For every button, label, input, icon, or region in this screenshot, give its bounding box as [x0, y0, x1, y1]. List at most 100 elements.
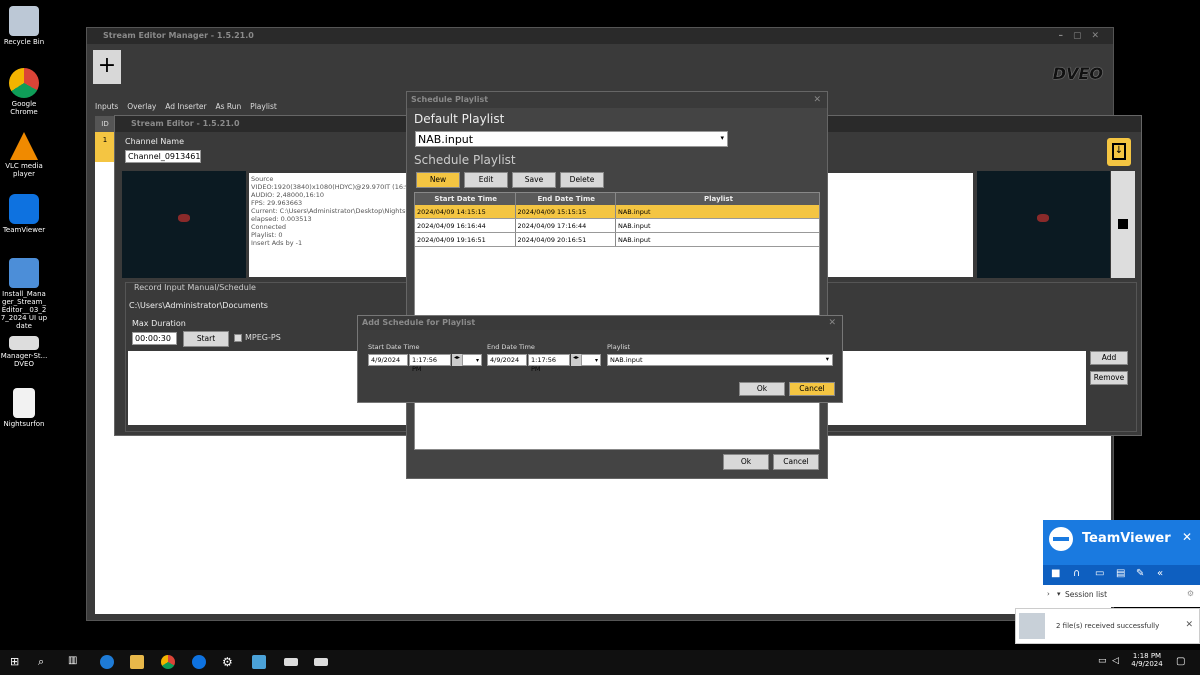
- edge-icon[interactable]: [100, 655, 114, 669]
- stop-button[interactable]: [1111, 171, 1135, 278]
- chevron-right-icon[interactable]: ›: [1047, 590, 1050, 598]
- notification-text: 2 file(s) received successfully: [1056, 622, 1160, 630]
- app-icon[interactable]: [284, 658, 298, 666]
- save-schedule-button[interactable]: Save: [512, 172, 556, 188]
- desktop-icon-teamviewer[interactable]: TeamViewer: [0, 194, 48, 234]
- max-duration-input[interactable]: 00:00:30: [132, 332, 177, 345]
- download-button[interactable]: ↓: [1107, 138, 1131, 166]
- chrome-icon[interactable]: [161, 655, 175, 669]
- notifications-icon[interactable]: ▢: [1176, 656, 1185, 667]
- tab-overlay[interactable]: Overlay: [127, 102, 156, 111]
- tab-ad-inserter[interactable]: Ad Inserter: [165, 102, 206, 111]
- vlc-icon: [10, 132, 38, 160]
- ok-button[interactable]: Ok: [723, 454, 769, 470]
- avatar: [1019, 613, 1045, 639]
- start-cell: 2024/04/09 19:16:51: [415, 233, 516, 246]
- video-icon[interactable]: ■: [1051, 568, 1060, 579]
- download-icon: ↓: [1112, 143, 1126, 160]
- app-icon[interactable]: [314, 658, 328, 666]
- server-manager-icon[interactable]: [252, 655, 266, 669]
- table-row[interactable]: 2024/04/09 16:16:44 2024/04/09 17:16:44 …: [415, 219, 819, 233]
- channel-name-input[interactable]: Channel_0913461: [125, 150, 201, 163]
- folder-icon[interactable]: [130, 655, 144, 669]
- ok-button[interactable]: Ok: [739, 382, 785, 396]
- tab-inputs[interactable]: Inputs: [95, 102, 118, 111]
- add-input-button[interactable]: +: [93, 50, 121, 84]
- clock-date: 4/9/2024: [1131, 660, 1163, 668]
- taskbar: ⊞ ⌕ ▥ ⚙ ▭ ◁ 1:18 PM 4/9/2024 ▢: [0, 650, 1200, 675]
- cancel-button[interactable]: Cancel: [773, 454, 819, 470]
- default-playlist-select[interactable]: NAB.input ▾: [415, 131, 728, 147]
- dialog-title: Schedule Playlist: [411, 95, 489, 104]
- remove-schedule-button[interactable]: Remove: [1090, 371, 1128, 385]
- end-time-input[interactable]: 1:17:56 PM: [528, 354, 570, 373]
- start-record-button[interactable]: Start: [183, 331, 229, 347]
- desktop-icon-vlc[interactable]: VLC media player: [0, 132, 48, 178]
- start-date-input[interactable]: 4/9/2024: [368, 354, 408, 366]
- close-icon[interactable]: ✕: [813, 92, 821, 108]
- desktop-icon-label: Manager-St... DVEO: [0, 352, 48, 368]
- end-time-spinner[interactable]: ◂▸: [571, 354, 581, 366]
- playlist-select[interactable]: NAB.input ▾: [607, 354, 833, 366]
- id-column-header: ID: [95, 116, 115, 132]
- gear-icon[interactable]: ⚙: [222, 655, 236, 669]
- start-time-spinner[interactable]: ◂▸: [452, 354, 462, 366]
- desktop-icon-nightsurfon[interactable]: Nightsurfon: [0, 388, 48, 428]
- record-path[interactable]: C:\Users\Administrator\Documents: [129, 301, 268, 310]
- start-time-input[interactable]: 1:17:56 PM: [409, 354, 451, 373]
- desktop-icon-label: Nightsurfon: [3, 420, 45, 428]
- actions-icon[interactable]: ✎: [1136, 568, 1144, 579]
- end-cell: 2024/04/09 15:15:15: [516, 205, 616, 218]
- gear-icon[interactable]: ⚙: [1187, 589, 1194, 598]
- column-header: End Date Time: [516, 193, 616, 205]
- tab-playlist[interactable]: Playlist: [250, 102, 277, 111]
- teamviewer-icon[interactable]: [192, 655, 206, 669]
- collapse-icon[interactable]: «: [1157, 568, 1163, 579]
- search-icon[interactable]: ⌕: [38, 655, 52, 669]
- volume-icon[interactable]: ◁: [1112, 656, 1119, 666]
- add-schedule-button[interactable]: Add: [1090, 351, 1128, 365]
- network-icon[interactable]: ▭: [1098, 656, 1107, 666]
- chat-icon[interactable]: ▭: [1095, 568, 1104, 579]
- installer-icon: [9, 258, 39, 288]
- clock[interactable]: 1:18 PM 4/9/2024: [1130, 652, 1164, 668]
- headset-icon[interactable]: ∩: [1073, 568, 1080, 579]
- desktop-icon-label: Google Chrome: [10, 100, 38, 116]
- mpeg-ps-checkbox[interactable]: [234, 334, 242, 342]
- manager-titlebar: Stream Editor Manager - 1.5.21.0 –▢✕: [87, 28, 1113, 44]
- desktop-icon-manager[interactable]: Manager-St... DVEO: [0, 336, 48, 368]
- id-cell[interactable]: 1: [95, 132, 115, 162]
- windows-start-icon[interactable]: ⊞: [10, 655, 24, 669]
- tab-bar: Inputs Overlay Ad Inserter As Run Playli…: [95, 102, 283, 112]
- chevron-down-icon: ▾: [1057, 590, 1061, 598]
- close-icon[interactable]: ✕: [1182, 530, 1192, 544]
- cancel-button[interactable]: Cancel: [789, 382, 835, 396]
- desktop-icon-installer[interactable]: Install_Manager_Stream_Editor__03_27_202…: [0, 258, 48, 330]
- new-schedule-button[interactable]: New: [416, 172, 460, 188]
- session-list-bar[interactable]: › ▾ Session list ⚙: [1043, 585, 1200, 607]
- session-list-label: Session list: [1065, 590, 1108, 599]
- start-cell: 2024/04/09 16:16:44: [415, 219, 516, 232]
- tab-as-run[interactable]: As Run: [215, 102, 241, 111]
- start-date-dropdown[interactable]: ▾: [462, 354, 482, 366]
- delete-schedule-button[interactable]: Delete: [560, 172, 604, 188]
- default-playlist-label: Default Playlist: [414, 112, 505, 126]
- stop-icon: [1118, 219, 1128, 229]
- close-icon[interactable]: ✕: [828, 316, 836, 330]
- task-view-icon[interactable]: ▥: [68, 655, 82, 669]
- chrome-icon: [9, 68, 39, 98]
- end-date-input[interactable]: 4/9/2024: [487, 354, 527, 366]
- desktop-icon-recycle-bin[interactable]: Recycle Bin: [0, 6, 48, 46]
- playlist-label: Playlist: [607, 343, 631, 351]
- add-schedule-dialog: Add Schedule for Playlist ✕ Start Date T…: [357, 315, 843, 403]
- files-icon[interactable]: ▤: [1116, 568, 1125, 579]
- table-row[interactable]: 2024/04/09 19:16:51 2024/04/09 20:16:51 …: [415, 233, 819, 247]
- edit-schedule-button[interactable]: Edit: [464, 172, 508, 188]
- table-row[interactable]: 2024/04/09 14:15:15 2024/04/09 15:15:15 …: [415, 205, 819, 219]
- window-controls[interactable]: –▢✕: [1058, 28, 1109, 44]
- close-icon[interactable]: ✕: [1185, 620, 1193, 630]
- chevron-down-icon: ▾: [720, 134, 724, 142]
- end-date-dropdown[interactable]: ▾: [581, 354, 601, 366]
- desktop-icon-chrome[interactable]: Google Chrome: [0, 68, 48, 116]
- window-title: Stream Editor Manager - 1.5.21.0: [103, 31, 254, 40]
